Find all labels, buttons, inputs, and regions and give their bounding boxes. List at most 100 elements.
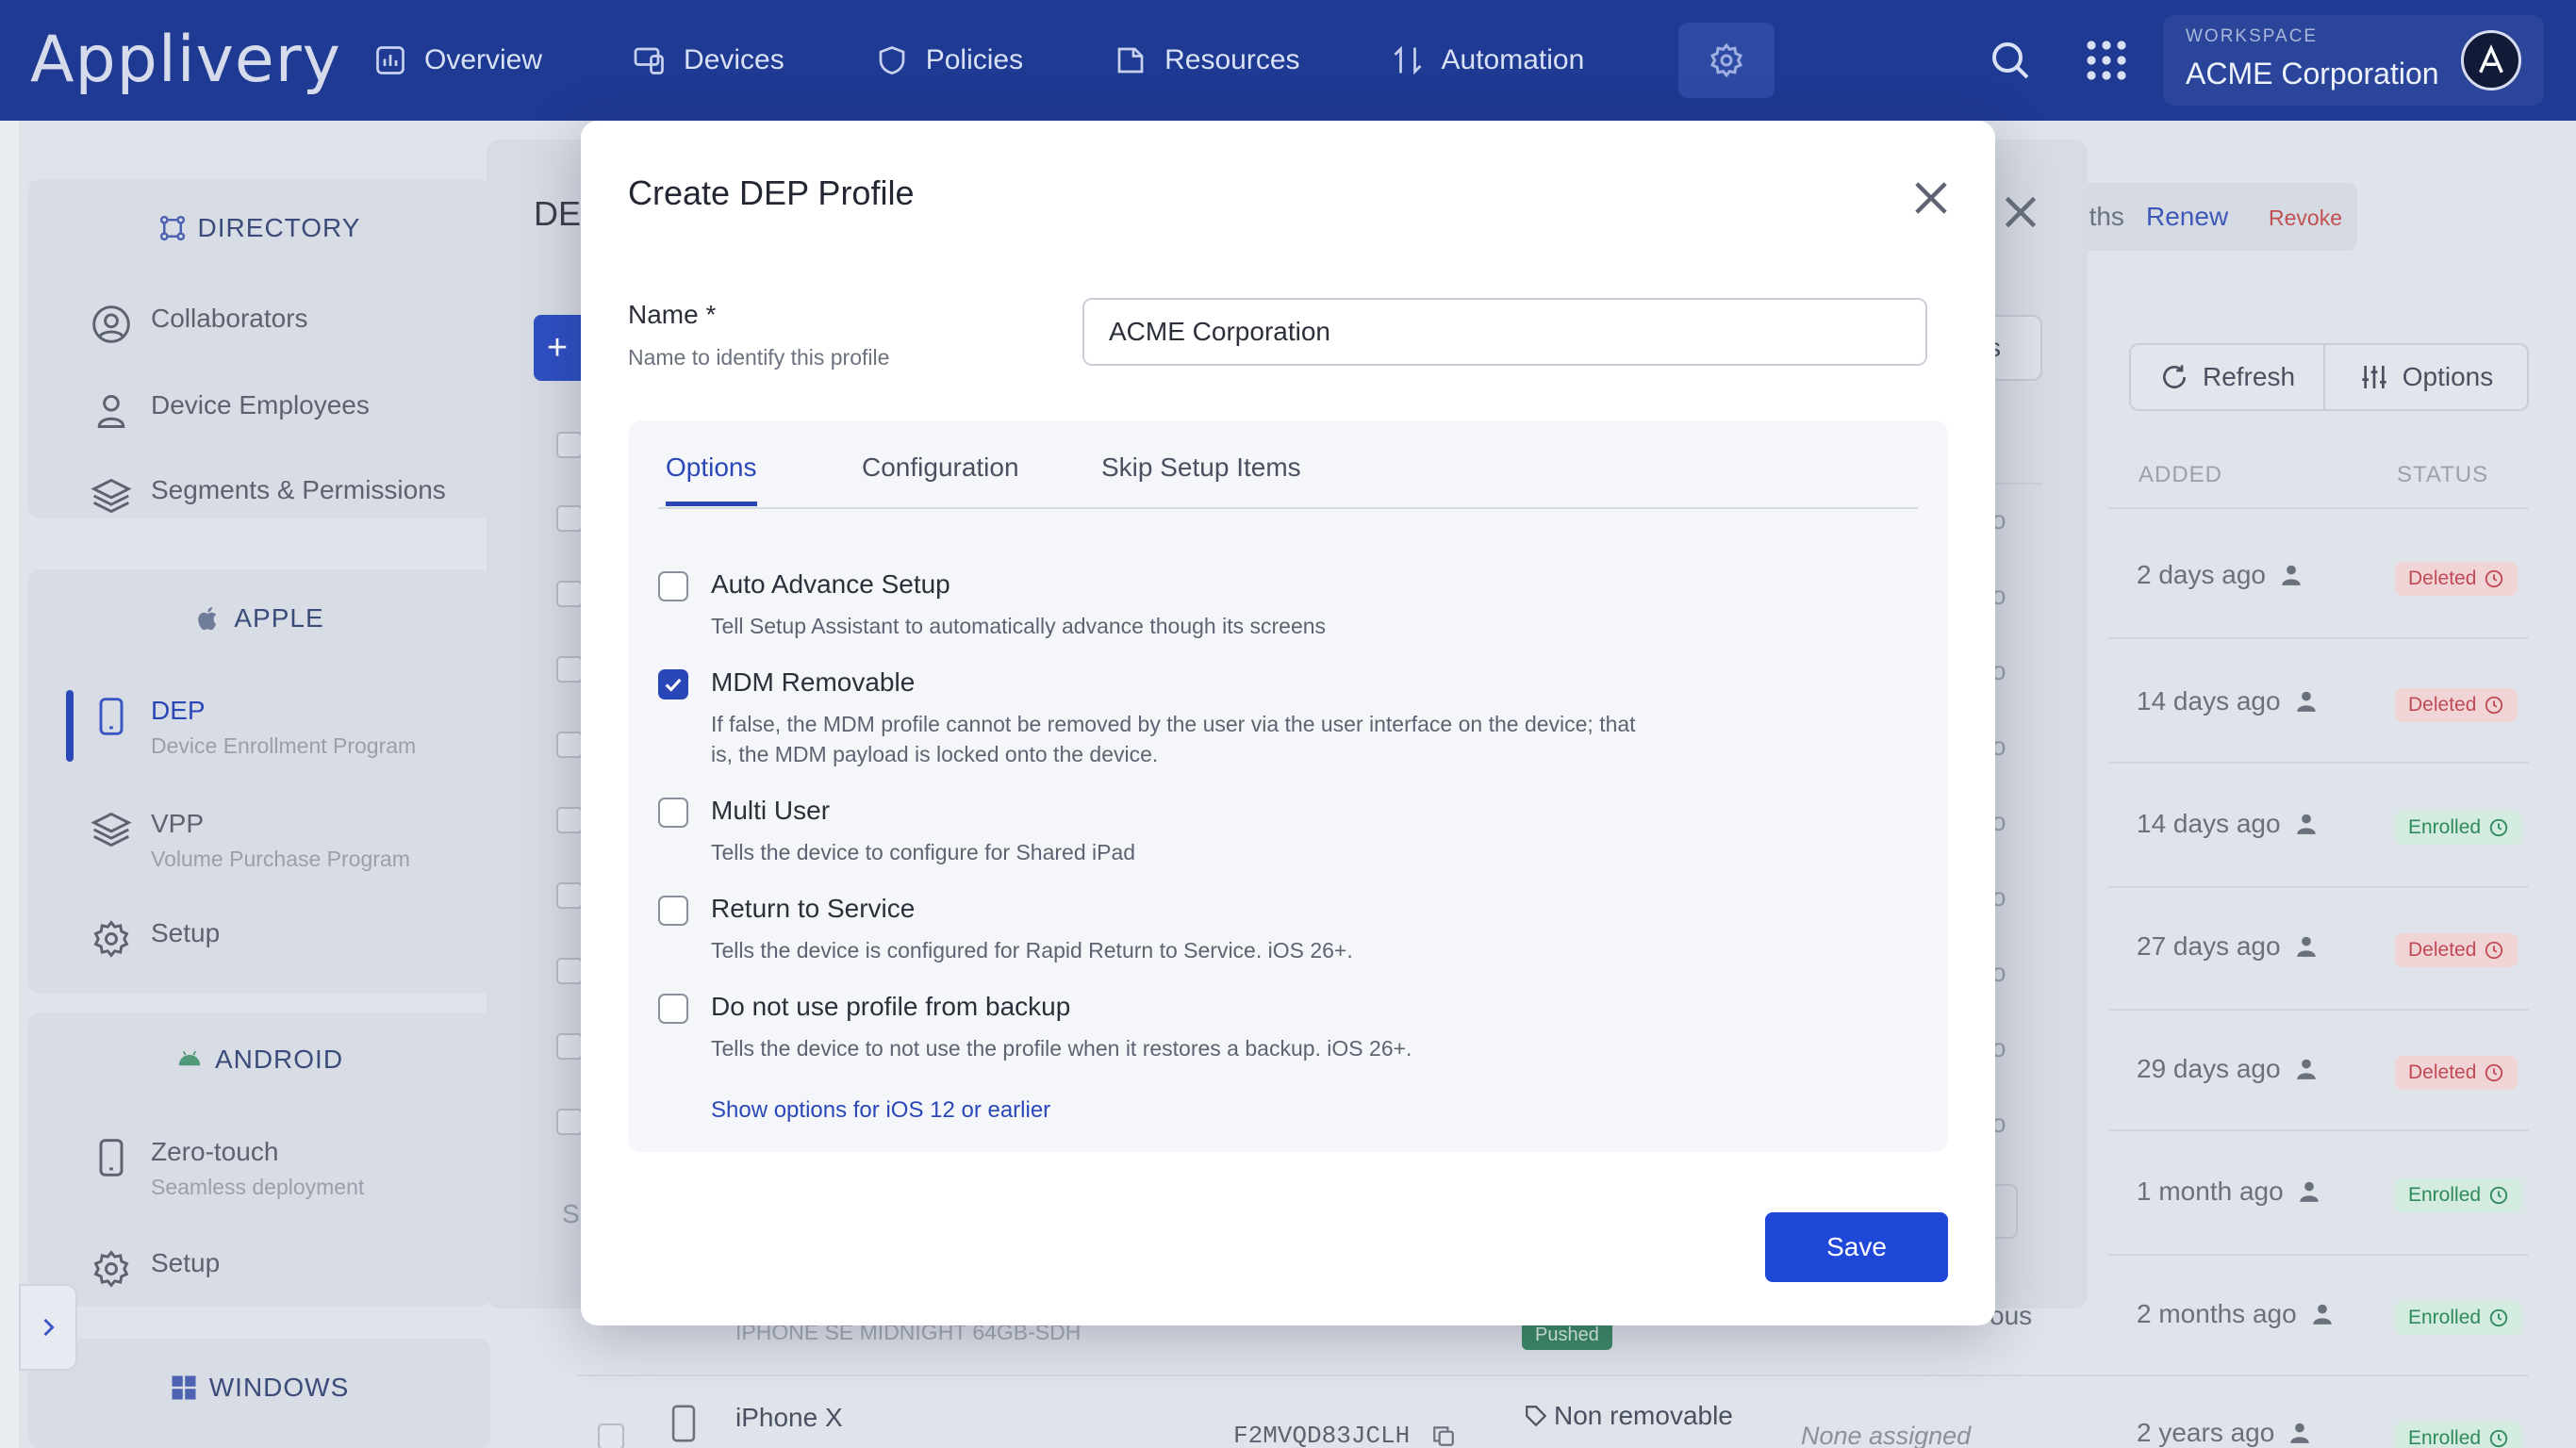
layers-icon (91, 812, 132, 847)
user-icon (2312, 1304, 2332, 1325)
divider (2108, 886, 2529, 888)
auto-advance-checkbox[interactable] (658, 571, 688, 601)
return-to-service-checkbox[interactable] (658, 896, 688, 926)
app-logo[interactable]: Applivery (30, 23, 341, 97)
workspace-switcher[interactable]: WORKSPACE ACME Corporation (2163, 15, 2544, 106)
avatar[interactable] (2461, 30, 2521, 90)
drawer-title: DE (534, 194, 582, 233)
option-description: If false, the MDM profile cannot be remo… (711, 712, 1636, 766)
add-button[interactable]: + (534, 315, 581, 381)
sidebar-item-device-employees[interactable]: Device Employees (91, 390, 370, 432)
row-checkbox[interactable] (556, 656, 583, 683)
row-checkbox[interactable] (556, 958, 583, 984)
nav-item-automation[interactable]: Automation (1391, 30, 1584, 90)
nav-item-policies[interactable]: Policies (875, 30, 1023, 90)
automation-icon (1394, 45, 1421, 75)
settings-button[interactable] (1678, 23, 1775, 98)
user-icon (2296, 1059, 2316, 1079)
sidebar-heading-android: ANDROID (28, 1045, 490, 1075)
windows-icon (172, 1375, 196, 1400)
nav-item-devices[interactable]: Devices (633, 30, 784, 90)
show-legacy-options-link[interactable]: Show options for iOS 12 or earlier (711, 1097, 1050, 1124)
divider (2108, 1009, 2529, 1011)
chevron-right-icon (43, 1318, 55, 1337)
divider (2108, 1129, 2529, 1131)
close-icon[interactable] (1997, 189, 2044, 236)
renew-link[interactable]: Renew (2146, 202, 2228, 232)
gear-icon (1709, 42, 1743, 78)
sidebar-item-apple-setup[interactable]: Setup (91, 918, 220, 960)
main-nav: Overview Devices Policies Resources Auto… (373, 30, 1675, 90)
save-button[interactable]: Save (1765, 1212, 1948, 1282)
option-description: Tells the device to configure for Shared… (711, 840, 1136, 864)
sidebar-item-vpp[interactable]: VPP Volume Purchase Program (91, 809, 410, 872)
clock-icon (2485, 696, 2503, 715)
status-badge: Enrolled (2395, 1301, 2523, 1335)
nav-item-label: Devices (684, 44, 784, 75)
drawer-footer-text: S (562, 1199, 580, 1228)
option-description: Tell Setup Assistant to automatically ad… (711, 614, 1327, 638)
sidebar-item-zero-touch[interactable]: Zero-touch Seamless deployment (91, 1137, 364, 1200)
options-button[interactable]: Options (2325, 345, 2527, 409)
user-icon (2282, 565, 2301, 585)
search-icon[interactable] (1988, 38, 2033, 83)
sidebar-collapse-button[interactable] (19, 1284, 77, 1371)
clock-icon (2489, 818, 2508, 837)
mdm-removable-checkbox[interactable] (658, 669, 688, 699)
sidebar-item-collaborators[interactable]: Collaborators (91, 304, 308, 345)
sidebar-item-android-setup[interactable]: Setup (91, 1248, 220, 1290)
option-title: Do not use profile from backup (711, 992, 1071, 1021)
sidebar-heading-windows: WINDOWS (28, 1373, 490, 1403)
status-badge: Enrolled (2395, 811, 2523, 845)
row-checkbox[interactable] (556, 1109, 583, 1135)
revoke-link[interactable]: Revoke (2269, 206, 2342, 231)
row-checkbox[interactable] (556, 732, 583, 758)
do-not-use-backup-checkbox[interactable] (658, 994, 688, 1024)
chart-icon (376, 46, 405, 74)
name-input[interactable] (1082, 298, 1927, 366)
tab-options[interactable]: Options (666, 452, 757, 506)
copy-icon[interactable] (1431, 1423, 1456, 1448)
row-checkbox[interactable] (598, 1423, 624, 1448)
column-header-status[interactable]: STATUS (2397, 462, 2488, 488)
option-multi-user: Multi User Tells the device to configure… (658, 796, 1135, 867)
row-checkbox[interactable] (556, 882, 583, 909)
sidebar-item-dep[interactable]: DEP Device Enrollment Program (91, 696, 416, 759)
close-icon[interactable] (1907, 173, 1956, 222)
column-header-added[interactable]: ADDED (2138, 462, 2222, 488)
clock-icon (2489, 1186, 2508, 1205)
user-icon (97, 394, 125, 428)
nav-item-resources[interactable]: Resources (1114, 30, 1300, 90)
tab-configuration[interactable]: Configuration (862, 452, 1019, 502)
refresh-icon (2163, 365, 2186, 388)
status-badge: Deleted (2395, 562, 2518, 596)
row-added: 2 years ago (2137, 1418, 2312, 1448)
option-mdm-removable: MDM Removable If false, the MDM profile … (658, 667, 1654, 769)
tab-skip-setup-items[interactable]: Skip Setup Items (1101, 452, 1301, 502)
directory-icon (159, 215, 185, 241)
nav-item-overview[interactable]: Overview (373, 30, 542, 90)
row-checkbox[interactable] (556, 505, 583, 532)
active-indicator (66, 690, 74, 762)
sidebar-heading-apple: APPLE (28, 603, 490, 634)
status-badge: Enrolled (2395, 1178, 2523, 1212)
device-name[interactable]: iPhone X (735, 1403, 843, 1433)
sidebar-item-segments-permissions[interactable]: Segments & Permissions (91, 475, 446, 517)
row-added: 14 days ago (2137, 809, 2319, 839)
top-navigation-bar: Applivery Overview Devices Policies Reso… (0, 0, 2576, 121)
multi-user-checkbox[interactable] (658, 798, 688, 828)
row-checkbox[interactable] (556, 1033, 583, 1060)
status-badge: Deleted (2395, 933, 2518, 967)
row-checkbox[interactable] (556, 432, 583, 458)
option-do-not-use-profile-from-backup: Do not use profile from backup Tells the… (658, 992, 1412, 1063)
divider (2108, 637, 2529, 639)
sidebar-section-windows: WINDOWS (28, 1339, 490, 1448)
apps-grid-icon[interactable] (2084, 38, 2129, 83)
divider (2108, 1254, 2529, 1256)
row-added: 2 days ago (2137, 560, 2304, 590)
row-checkbox[interactable] (556, 581, 583, 607)
refresh-button[interactable]: Refresh (2131, 345, 2325, 409)
phone-icon (99, 1139, 124, 1176)
folder-icon (1117, 47, 1144, 74)
row-checkbox[interactable] (556, 807, 583, 833)
